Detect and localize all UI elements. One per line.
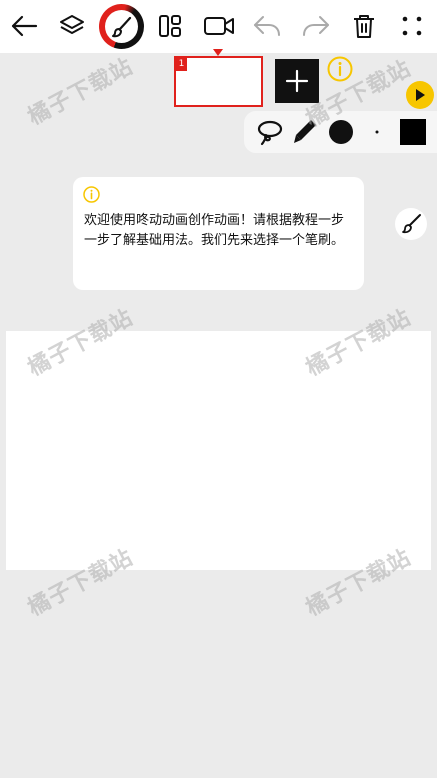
- color-swatch[interactable]: [398, 117, 428, 147]
- current-frame-marker: [213, 49, 223, 56]
- drawing-canvas[interactable]: [6, 331, 431, 570]
- brush-icon: [111, 16, 131, 37]
- lasso-icon: [257, 120, 283, 146]
- play-icon: [416, 89, 425, 101]
- more-button[interactable]: [390, 4, 434, 48]
- brush-tool-button[interactable]: [99, 4, 144, 49]
- back-button[interactable]: [2, 4, 46, 48]
- brush-size-small[interactable]: [362, 117, 392, 147]
- redo-button[interactable]: [294, 4, 338, 48]
- frames-grid-icon: [159, 15, 181, 37]
- brush-icon: [402, 214, 421, 234]
- side-brush-button[interactable]: [395, 208, 427, 240]
- delete-button[interactable]: [342, 4, 386, 48]
- layers-button[interactable]: [50, 4, 94, 48]
- tip-text: 欢迎使用咚动动画创作动画！请根据教程一步一步了解基础用法。我们先来选择一个笔刷。: [84, 213, 345, 248]
- frames-button[interactable]: [148, 4, 192, 48]
- more-dots-icon: [402, 16, 422, 36]
- video-button[interactable]: [197, 4, 241, 48]
- video-camera-icon: [204, 17, 234, 35]
- brush-size-small-icon: [375, 130, 379, 134]
- color-swatch-icon: [400, 119, 426, 145]
- tip-info: [83, 186, 100, 203]
- watermark: 橘子下载站: [24, 54, 138, 131]
- top-toolbar: [0, 0, 437, 53]
- lasso-tool[interactable]: [255, 117, 285, 147]
- frame-thumbnail[interactable]: 1: [174, 56, 263, 107]
- undo-icon: [254, 16, 280, 36]
- redo-icon: [303, 16, 329, 36]
- info-icon: [83, 186, 100, 203]
- layers-icon: [60, 15, 84, 34]
- play-button[interactable]: [406, 81, 434, 109]
- arrow-left-icon: [11, 15, 38, 37]
- frame-number: 1: [176, 58, 187, 71]
- undo-button[interactable]: [245, 4, 289, 48]
- plus-icon: [285, 69, 309, 93]
- tutorial-tip-card: 欢迎使用咚动动画创作动画！请根据教程一步一步了解基础用法。我们先来选择一个笔刷。: [73, 177, 364, 290]
- trash-icon: [354, 15, 374, 38]
